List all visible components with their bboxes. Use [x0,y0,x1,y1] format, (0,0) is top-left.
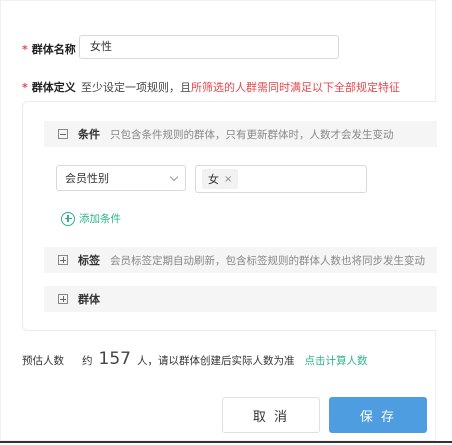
tag-remove-icon[interactable]: × [224,174,232,185]
required-mark: * [22,81,28,94]
plus-circle-icon [61,211,75,226]
definition-hint: 至少设定一项规则，且所筛选的人群需同时满足以下全部规定特征 [81,79,400,95]
save-button[interactable]: 保 存 [329,397,427,433]
chevron-down-icon [169,172,179,181]
group-name-label: * 群体名称 [22,41,76,57]
plus-square-icon[interactable] [58,294,68,304]
estimate-note: 人，请以群体创建后实际人数为准 [136,355,295,367]
definition-hint-highlight: 所筛选的人群需同时满足以下全部规定特征 [191,81,400,94]
add-condition-label: 添加条件 [79,213,121,225]
conditions-section-header[interactable]: 条件 只包含条件规则的群体，只有更新群体时，人数才会发生变动 [44,121,437,147]
groups-title: 群体 [78,293,100,306]
groups-section-header[interactable]: 群体 [44,286,437,312]
value-tag-label: 女 [208,173,219,186]
conditions-description: 只包含条件规则的群体，只有更新群体时，人数才会发生变动 [110,128,394,141]
group-name-input[interactable]: 女性 [79,35,339,59]
calculate-count-link[interactable]: 点击计算人数 [304,353,367,368]
group-name-label-text: 群体名称 [31,43,76,56]
group-definition-label-text: 群体定义 [31,81,76,94]
bottom-divider [0,441,452,443]
minus-square-icon[interactable] [58,129,68,139]
conditions-title: 条件 [78,128,100,141]
estimate-label: 预估人数 [22,355,64,367]
tags-section-header[interactable]: 标签 会员标签定期自动刷新，包含标签规则的群体人数也将同步发生变动 [44,247,437,273]
estimate-approx: 约 [82,355,93,367]
definition-hint-text: 至少设定一项规则，且 [81,81,191,94]
condition-value-input[interactable]: 女 × [195,165,367,193]
value-tag: 女 × [202,169,239,189]
tags-title: 标签 [78,254,100,267]
estimate-count: 157 [98,349,131,369]
add-condition-button[interactable]: 添加条件 [61,211,121,226]
condition-field-select[interactable]: 会员性别 [56,165,186,191]
group-definition-label: * 群体定义 [22,79,76,95]
condition-field-value: 会员性别 [65,172,109,185]
cancel-button[interactable]: 取 消 [222,397,320,433]
plus-square-icon[interactable] [58,255,68,265]
tags-description: 会员标签定期自动刷新，包含标签规则的群体人数也将同步发生变动 [110,254,425,267]
required-mark: * [22,43,28,56]
estimate-row: 预估人数 约 157 人，请以群体创建后实际人数为准 点击计算人数 [22,349,367,369]
group-form-panel: * 群体名称 女性 * 群体定义 至少设定一项规则，且所筛选的人群需同时满足以下全部… [0,0,437,441]
